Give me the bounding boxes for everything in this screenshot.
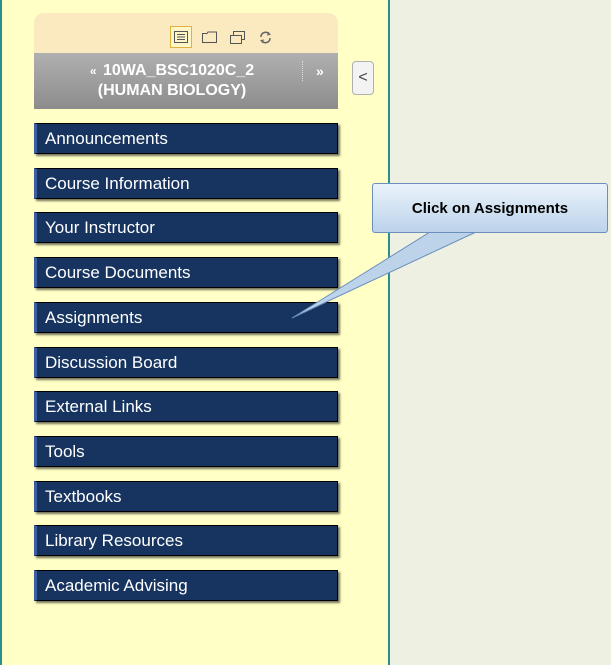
- callout-pointer: [291, 231, 477, 319]
- callout-text: Click on Assignments: [411, 199, 569, 217]
- callout-box: Click on Assignments: [372, 183, 608, 233]
